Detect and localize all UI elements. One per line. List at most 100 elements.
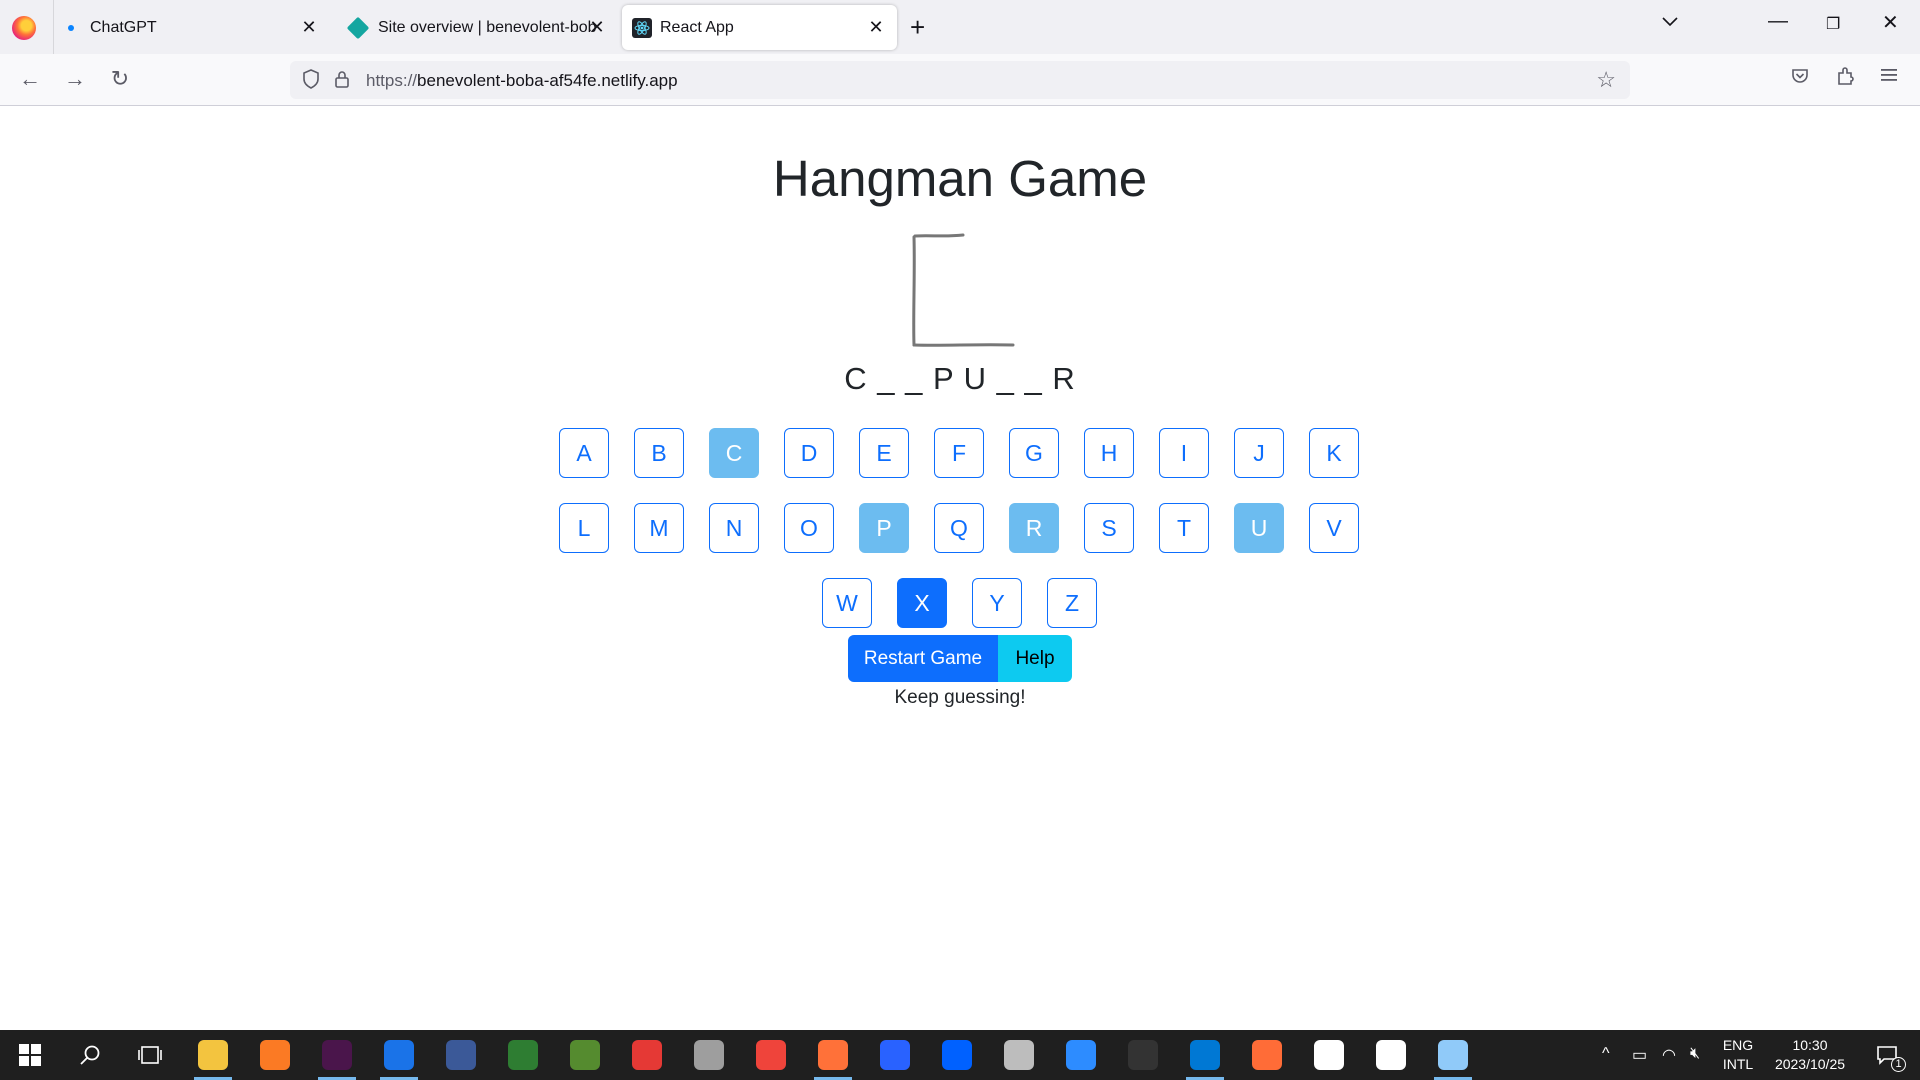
xampp-icon-glyph [260,1040,290,1070]
chrome-icon[interactable] [374,1030,424,1080]
letter-button-r[interactable]: R [1009,503,1059,553]
reload-icon[interactable]: ↻ [105,64,135,94]
tab-chatgpt[interactable]: ChatGPT ✕ [60,5,330,50]
hs-icon[interactable] [498,1030,548,1080]
restart-game-button[interactable]: Restart Game [848,635,998,682]
letter-button-y[interactable]: Y [972,578,1022,628]
status-message: Keep guessing! [894,687,1026,708]
vscode-icon[interactable] [1180,1030,1230,1080]
letter-button-n[interactable]: N [709,503,759,553]
restore-icon[interactable]: ❐ [1826,14,1840,34]
task-view-icon[interactable] [125,1030,175,1080]
letter-button-e[interactable]: E [859,428,909,478]
letter-button-d[interactable]: D [784,428,834,478]
new-tab-icon[interactable]: + [910,12,925,43]
close-icon[interactable]: ✕ [865,16,887,38]
anydesk-icon[interactable] [746,1030,796,1080]
letter-button-a[interactable]: A [559,428,609,478]
app-icon-glyph [1438,1040,1468,1070]
swf-icon[interactable] [994,1030,1044,1080]
letter-button-s[interactable]: S [1084,503,1134,553]
letter-button-z[interactable]: Z [1047,578,1097,628]
back-arrow-icon[interactable]: ← [15,64,45,94]
battery-icon[interactable]: ▭ [1632,1045,1647,1065]
file-explorer-icon[interactable] [188,1030,238,1080]
letter-button-t[interactable]: T [1159,503,1209,553]
close-icon[interactable]: ✕ [298,16,320,38]
hangman-gallows [912,233,1015,347]
dropbox-icon[interactable] [932,1030,982,1080]
bookmark-star-icon[interactable]: ☆ [1596,67,1616,93]
letter-button-k[interactable]: K [1309,428,1359,478]
letter-button-f[interactable]: F [934,428,984,478]
tab-label: Site overview | benevolent-bob [378,18,597,36]
wifi-icon[interactable]: ◠ [1662,1045,1676,1065]
letter-button-p[interactable]: P [859,503,909,553]
mongodb-compass-icon-glyph [1376,1040,1406,1070]
letter-button-h[interactable]: H [1084,428,1134,478]
app-icon[interactable] [870,1030,920,1080]
mongodb-icon[interactable] [1304,1030,1354,1080]
search-icon[interactable] [65,1030,115,1080]
language-indicator[interactable]: ENG INTL [1718,1036,1758,1074]
url-prefix: https:// [366,71,418,90]
letter-button-l[interactable]: L [559,503,609,553]
minimize-icon[interactable]: — [1768,10,1788,33]
app-icon[interactable] [560,1030,610,1080]
forward-arrow-icon[interactable]: → [60,64,90,94]
window-close-icon[interactable]: ✕ [1882,10,1899,35]
zoom-icon-glyph [1066,1040,1096,1070]
url-host: benevolent-boba-af54fe.netlify.app [417,71,678,90]
clock[interactable]: 10:30 2023/10/25 [1765,1036,1855,1074]
react-icon [632,17,652,38]
menu-icon[interactable] [1880,66,1898,89]
zoom-icon[interactable] [1056,1030,1106,1080]
letter-button-w[interactable]: W [822,578,872,628]
mongodb-icon-glyph [1314,1040,1344,1070]
letter-button-u[interactable]: U [1234,503,1284,553]
letter-button-g[interactable]: G [1009,428,1059,478]
url-text[interactable]: https://benevolent-boba-af54fe.netlify.a… [366,71,678,91]
windows-start-icon[interactable] [5,1030,55,1080]
letter-button-x[interactable]: X [897,578,947,628]
postman-icon[interactable] [1242,1030,1292,1080]
speaker-muted-icon[interactable]: 🔇︎ [1690,1045,1700,1063]
app-icon[interactable] [436,1030,486,1080]
letter-button-b[interactable]: B [634,428,684,478]
slack-icon[interactable] [312,1030,362,1080]
mongodb-compass-icon[interactable] [1366,1030,1416,1080]
letter-button-c[interactable]: C [709,428,759,478]
letter-button-q[interactable]: Q [934,503,984,553]
close-icon[interactable]: ✕ [586,16,608,38]
letter-button-v[interactable]: V [1309,503,1359,553]
help-button[interactable]: Help [998,635,1072,682]
app-icon[interactable] [684,1030,734,1080]
pocket-icon[interactable] [1790,66,1810,92]
tab-react-app[interactable]: React App ✕ [622,5,897,50]
dropbox-icon-glyph [942,1040,972,1070]
letter-button-m[interactable]: M [634,503,684,553]
shield-icon[interactable] [302,69,320,94]
firefox-icon[interactable] [808,1030,858,1080]
xampp-icon[interactable] [250,1030,300,1080]
windows-taskbar: ^ ▭ ◠ 🔇︎ ENG INTL 10:30 2023/10/25 1 [0,1030,1920,1080]
hs-icon-glyph [508,1040,538,1070]
app-icon[interactable] [1428,1030,1478,1080]
swf-icon-glyph [1004,1040,1034,1070]
page-title: Hangman Game [772,150,1148,207]
tab-site-overview[interactable]: Site overview | benevolent-bob ✕ [340,5,610,50]
letter-button-o[interactable]: O [784,503,834,553]
extensions-icon[interactable] [1835,66,1855,92]
address-bar[interactable]: https://benevolent-boba-af54fe.netlify.a… [290,61,1630,99]
terminal-icon[interactable] [1118,1030,1168,1080]
app-icon-glyph [880,1040,910,1070]
firefox-icon-glyph [818,1040,848,1070]
app-icon[interactable] [622,1030,672,1080]
firefox-icon[interactable] [12,16,36,40]
chevron-up-icon[interactable]: ^ [1602,1045,1610,1063]
notification-icon[interactable]: 1 [1862,1030,1912,1080]
chevron-down-icon[interactable] [1662,14,1678,32]
letter-button-i[interactable]: I [1159,428,1209,478]
lock-icon[interactable] [334,69,350,94]
letter-button-j[interactable]: J [1234,428,1284,478]
